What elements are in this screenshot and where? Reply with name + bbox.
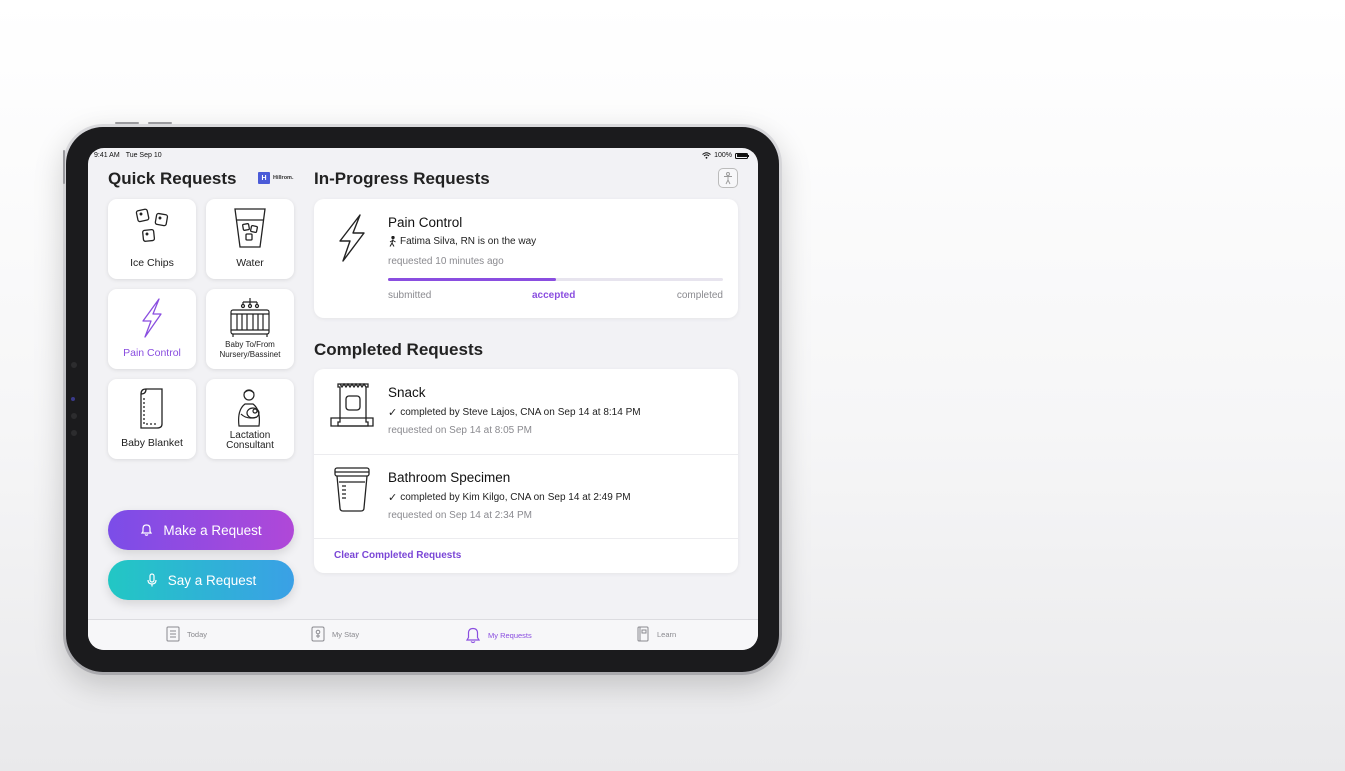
- blanket-icon: [140, 388, 163, 429]
- lightning-icon: [339, 214, 365, 262]
- list-icon: [166, 626, 180, 642]
- book-icon: [637, 626, 649, 642]
- tab-label: Today: [187, 629, 208, 639]
- in-progress-title: In-Progress Requests: [314, 169, 490, 188]
- ice-cubes-icon: [135, 208, 169, 242]
- wifi-icon: [702, 152, 711, 159]
- tile-label: Lactation Consultant: [226, 430, 274, 451]
- request-completed-line: ✓ completed by Steve Lajos, CNA on Sep 1…: [388, 406, 641, 419]
- completed-title: Completed Requests: [314, 340, 484, 359]
- request-time: requested 10 minutes ago: [388, 256, 504, 267]
- specimen-cup-icon: [334, 467, 370, 512]
- brand-mark: H: [258, 172, 270, 184]
- tile-baby-nursery[interactable]: Baby To/From Nursery/Bassinet: [206, 289, 294, 369]
- say-request-button[interactable]: Say a Request: [108, 560, 294, 600]
- tab-bar: Today My Stay My Requests Learn: [88, 619, 758, 650]
- tile-lactation[interactable]: Lactation Consultant: [206, 379, 294, 459]
- make-request-button[interactable]: Make a Request: [108, 510, 294, 550]
- completed-item[interactable]: Bathroom Specimen ✓ completed by Kim Kil…: [314, 454, 738, 538]
- tile-pain-control[interactable]: Pain Control: [108, 289, 196, 369]
- step-submitted: submitted: [388, 290, 432, 301]
- tile-water[interactable]: Water: [206, 199, 294, 279]
- checkmark-icon: ✓: [388, 492, 398, 504]
- volume-button: [63, 150, 65, 184]
- clear-completed-link[interactable]: Clear Completed Requests: [334, 550, 461, 561]
- brand-name: Hillrom.: [273, 175, 294, 181]
- nursing-mother-icon: [238, 389, 260, 427]
- completed-at: Sep 14 at 8:14 PM: [557, 407, 641, 418]
- request-name: Pain Control: [388, 215, 463, 230]
- status-text: Fatima Silva, RN is on the way: [400, 236, 537, 247]
- tile-label: Baby To/From Nursery/Bassinet: [219, 340, 281, 359]
- status-time: 9:41 AM: [94, 152, 120, 159]
- in-progress-card[interactable]: Pain Control Fatima Silva, RN is on the …: [314, 199, 738, 318]
- completed-card: Snack ✓ completed by Steve Lajos, CNA on…: [314, 369, 738, 573]
- completed-item[interactable]: Snack ✓ completed by Steve Lajos, CNA on…: [314, 369, 738, 454]
- tab-today[interactable]: Today: [165, 626, 207, 642]
- tab-label: My Stay: [332, 629, 360, 639]
- camera-dot-2: [71, 397, 75, 401]
- progress-fill: [388, 278, 556, 281]
- say-request-label: Say a Request: [167, 572, 257, 588]
- bell-icon: [465, 627, 481, 644]
- microphone-icon: [147, 573, 157, 587]
- camera-dots: [71, 362, 77, 368]
- checkmark-icon: ✓: [388, 407, 398, 419]
- crib-icon: [230, 298, 270, 337]
- quick-requests-title: Quick Requests: [108, 169, 237, 188]
- camera-dot-3: [71, 413, 77, 419]
- snack-icon: [330, 382, 374, 427]
- stay-icon: [311, 626, 325, 642]
- status-date: Tue Sep 10: [125, 152, 162, 159]
- top-button-2: [148, 122, 172, 124]
- request-completed-line: ✓ completed by Kim Kilgo, CNA on Sep 14 …: [388, 491, 631, 504]
- step-accepted: accepted: [532, 290, 576, 301]
- step-completed: completed: [676, 290, 723, 301]
- request-time: requested on Sep 14 at 2:34 PM: [388, 510, 532, 521]
- tile-label: Baby Blanket: [121, 437, 183, 449]
- walking-icon: [389, 236, 396, 247]
- bell-icon: [141, 524, 153, 536]
- water-glass-icon: [234, 208, 266, 248]
- request-name: Bathroom Specimen: [388, 470, 511, 485]
- tile-label: Ice Chips: [130, 257, 174, 269]
- status-bar: 9:41 AM Tue Sep 10 100%: [88, 148, 758, 164]
- brand-logo: H Hillrom.: [258, 172, 293, 184]
- completed-at: Sep 14 at 2:49 PM: [547, 492, 631, 503]
- divider: [314, 538, 738, 539]
- completed-by: completed by Steve Lajos, CNA on: [400, 407, 555, 418]
- top-button: [115, 122, 139, 124]
- tab-my-requests[interactable]: My Requests: [464, 626, 532, 644]
- tab-label: Learn: [657, 629, 677, 639]
- completed-by: completed by Kim Kilgo, CNA on: [400, 492, 545, 503]
- camera-dot-4: [71, 430, 77, 436]
- accessibility-button[interactable]: [718, 168, 738, 188]
- battery-icon: [735, 152, 749, 159]
- make-request-label: Make a Request: [163, 522, 262, 538]
- tile-baby-blanket[interactable]: Baby Blanket: [108, 379, 196, 459]
- request-time: requested on Sep 14 at 8:05 PM: [388, 425, 532, 436]
- request-name: Snack: [388, 385, 426, 400]
- accessibility-icon: [724, 172, 732, 185]
- progress-bar: [388, 278, 723, 281]
- tab-my-stay[interactable]: My Stay: [310, 626, 359, 642]
- lightning-icon: [142, 298, 162, 338]
- tab-learn[interactable]: Learn: [635, 626, 676, 642]
- app-screen: 9:41 AM Tue Sep 10 100% Quick Requests H …: [88, 148, 758, 650]
- battery-percent: 100%: [714, 152, 732, 159]
- tile-label: Pain Control: [123, 347, 181, 359]
- tab-label: My Requests: [488, 630, 532, 640]
- request-status: Fatima Silva, RN is on the way: [388, 236, 536, 247]
- tile-ice-chips[interactable]: Ice Chips: [108, 199, 196, 279]
- tile-label: Water: [236, 257, 264, 269]
